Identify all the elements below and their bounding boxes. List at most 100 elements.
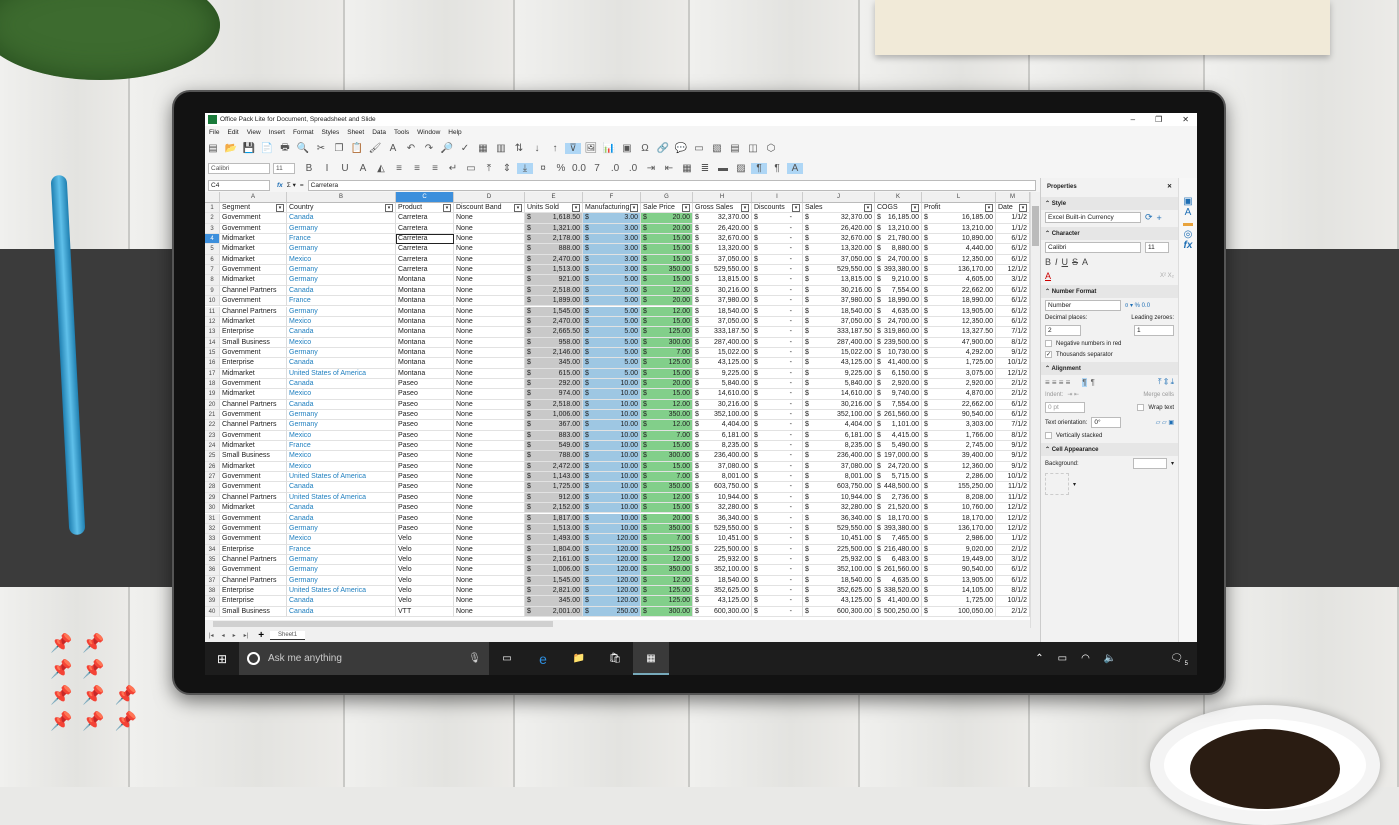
- table-cell[interactable]: Germany: [287, 224, 396, 234]
- character-section-header[interactable]: ⌃ Character: [1041, 227, 1178, 240]
- sidebar-size-select[interactable]: 11: [1145, 242, 1169, 253]
- table-cell[interactable]: $32,280.00: [693, 503, 752, 513]
- table-cell[interactable]: Midmarket: [220, 317, 287, 327]
- table-cell[interactable]: None: [454, 348, 525, 358]
- table-cell[interactable]: $32,370.00: [693, 213, 752, 223]
- table-cell[interactable]: Small Business: [220, 607, 287, 617]
- table-cell[interactable]: $261,560.00: [875, 410, 922, 420]
- table-cell[interactable]: None: [454, 555, 525, 565]
- date-icon[interactable]: 7: [589, 163, 605, 174]
- row-header[interactable]: 3: [205, 224, 220, 234]
- table-cell[interactable]: $-: [752, 358, 803, 368]
- autofilter-button[interactable]: ▾: [572, 204, 580, 212]
- table-cell[interactable]: Government: [220, 431, 287, 441]
- table-cell[interactable]: $21,520.00: [875, 503, 922, 513]
- table-cell[interactable]: $120.00: [583, 534, 641, 544]
- table-cell[interactable]: $37,980.00: [693, 296, 752, 306]
- table-cell[interactable]: United States of America: [287, 586, 396, 596]
- update-style-icon[interactable]: ⟳: [1145, 212, 1153, 223]
- table-cell[interactable]: $13,210.00: [875, 224, 922, 234]
- table-cell[interactable]: Channel Partners: [220, 286, 287, 296]
- selected-cell[interactable]: Carretera: [396, 234, 454, 244]
- font-color-icon[interactable]: A: [355, 163, 371, 174]
- table-cell[interactable]: Enterprise: [220, 327, 287, 337]
- table-cell[interactable]: $-: [752, 255, 803, 265]
- close-button[interactable]: ✕: [1182, 115, 1189, 124]
- table-cell[interactable]: Mexico: [287, 338, 396, 348]
- table-cell[interactable]: Velo: [396, 555, 454, 565]
- row-header[interactable]: 2: [205, 213, 220, 223]
- table-cell[interactable]: $-: [752, 338, 803, 348]
- sort-ascending-icon[interactable]: ↓: [529, 143, 545, 154]
- table-cell[interactable]: $-: [752, 296, 803, 306]
- row-header[interactable]: 31: [205, 514, 220, 524]
- row-header[interactable]: 33: [205, 534, 220, 544]
- table-cell[interactable]: $13,815.00: [693, 275, 752, 285]
- table-cell[interactable]: France: [287, 441, 396, 451]
- table-cell[interactable]: Montana: [396, 275, 454, 285]
- table-cell[interactable]: Government: [220, 379, 287, 389]
- table-cell[interactable]: $5.00: [583, 307, 641, 317]
- header-cell[interactable]: COGS▾: [875, 203, 922, 213]
- align-middle-icon[interactable]: ⇕: [499, 163, 515, 174]
- column-header-J[interactable]: J: [803, 192, 875, 203]
- table-cell[interactable]: $21,780.00: [875, 234, 922, 244]
- table-cell[interactable]: $1,725.00: [922, 596, 996, 606]
- table-cell[interactable]: $319,860.00: [875, 327, 922, 337]
- table-cell[interactable]: $3.00: [583, 234, 641, 244]
- table-cell[interactable]: $1,545.00: [525, 307, 583, 317]
- wrap-icon[interactable]: ↵: [445, 163, 461, 174]
- table-cell[interactable]: $5.00: [583, 286, 641, 296]
- column-header-I[interactable]: I: [752, 192, 803, 203]
- table-cell[interactable]: $7.00: [641, 534, 693, 544]
- cut-icon[interactable]: ✂: [313, 143, 329, 154]
- table-cell[interactable]: $3.00: [583, 213, 641, 223]
- table-cell[interactable]: Velo: [396, 576, 454, 586]
- table-cell[interactable]: Government: [220, 534, 287, 544]
- sort-descending-icon[interactable]: ↑: [547, 143, 563, 154]
- table-cell[interactable]: $15.00: [641, 317, 693, 327]
- table-cell[interactable]: $1,321.00: [525, 224, 583, 234]
- table-cell[interactable]: $15.00: [641, 275, 693, 285]
- table-cell[interactable]: None: [454, 596, 525, 606]
- edge-icon[interactable]: e: [525, 651, 561, 667]
- table-cell[interactable]: $350.00: [641, 524, 693, 534]
- row-header[interactable]: 37: [205, 576, 220, 586]
- sidebar-strikethrough-button[interactable]: S: [1072, 257, 1078, 267]
- microphone-icon[interactable]: 🎙: [468, 653, 481, 664]
- table-cell[interactable]: $1,618.50: [525, 213, 583, 223]
- copy-icon[interactable]: ❐: [331, 143, 347, 154]
- pivot-table-icon[interactable]: ▣: [619, 143, 635, 154]
- table-cell[interactable]: $136,170.00: [922, 265, 996, 275]
- table-cell[interactable]: $603,750.00: [803, 482, 875, 492]
- table-cell[interactable]: $1,513.00: [525, 265, 583, 275]
- table-cell[interactable]: $352,100.00: [693, 565, 752, 575]
- table-cell[interactable]: $10.00: [583, 514, 641, 524]
- store-icon[interactable]: 🛍: [597, 653, 633, 664]
- table-cell[interactable]: Canada: [287, 514, 396, 524]
- table-cell[interactable]: $10.00: [583, 462, 641, 472]
- table-cell[interactable]: Mexico: [287, 462, 396, 472]
- table-cell[interactable]: 2/1/2: [996, 607, 1030, 617]
- header-cell[interactable]: Gross Sales▾: [693, 203, 752, 213]
- background-dropdown-icon[interactable]: ▾: [1171, 460, 1174, 467]
- table-cell[interactable]: Midmarket: [220, 255, 287, 265]
- vertical-align-icons[interactable]: ⤒ ⇕ ⤓: [1158, 377, 1174, 387]
- table-cell[interactable]: $7,554.00: [875, 286, 922, 296]
- table-cell[interactable]: Government: [220, 565, 287, 575]
- table-cell[interactable]: $250.00: [583, 607, 641, 617]
- table-cell[interactable]: Germany: [287, 565, 396, 575]
- table-cell[interactable]: 2/1/2: [996, 379, 1030, 389]
- number-format-select[interactable]: Number: [1045, 300, 1121, 311]
- first-sheet-icon[interactable]: |◂: [209, 632, 214, 639]
- align-buttons[interactable]: ≡ ≡ ≡ ≡: [1045, 378, 1070, 387]
- image-icon[interactable]: 🖼: [583, 143, 599, 154]
- table-cell[interactable]: $300.00: [641, 607, 693, 617]
- table-cell[interactable]: 12/1/2: [996, 265, 1030, 275]
- undo-icon[interactable]: ↶: [403, 143, 419, 154]
- spelling-icon[interactable]: ✓: [457, 143, 473, 154]
- row-header[interactable]: 36: [205, 565, 220, 575]
- table-cell[interactable]: $-: [752, 514, 803, 524]
- search-box[interactable]: Ask me anything 🎙: [239, 642, 489, 675]
- table-cell[interactable]: $1,006.00: [525, 410, 583, 420]
